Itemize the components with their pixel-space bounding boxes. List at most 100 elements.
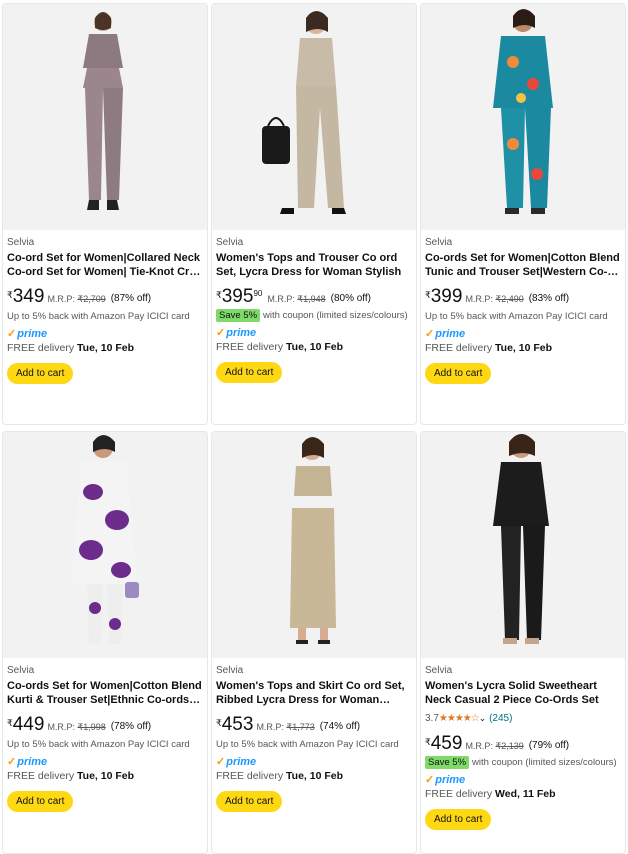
product-info: Selvia Co-ords Set for Women|Cotton Blend… (421, 230, 625, 384)
chevron-down-icon[interactable]: ⌄ (479, 713, 487, 723)
rating-value: 3.7 (425, 713, 439, 724)
product-info: Selvia Women's Lycra Solid Sweetheart Nec… (421, 658, 625, 830)
mrp-label: M.R.P: ₹1,773 (256, 722, 314, 733)
price-fraction: 90 (253, 289, 263, 298)
mrp-label-text: M.R.P: (267, 294, 295, 304)
product-info: Selvia Co-ords Set for Women|Cotton Blend… (3, 658, 207, 812)
cashback-offer: Up to 5% back with Amazon Pay ICICI card (425, 311, 608, 322)
product-title-link[interactable]: Women's Tops and Skirt Co ord Set, Ribbe… (216, 679, 412, 707)
prime-badge: ✓prime (425, 774, 621, 786)
product-info: Selvia Women's Tops and Trouser Co ord Se… (212, 230, 416, 383)
product-title-link[interactable]: Co-ords Set for Women|Cotton Blend Kurti… (7, 679, 203, 707)
product-card[interactable]: Selvia Co-ords Set for Women|Cotton Blend… (2, 431, 208, 854)
product-title-link[interactable]: Co-ord Set for Women|Collared Neck Co-or… (7, 251, 203, 279)
check-icon: ✓ (216, 756, 226, 768)
review-count-link[interactable]: (245) (489, 713, 512, 724)
product-image[interactable] (212, 4, 416, 230)
product-image[interactable] (3, 432, 207, 658)
prime-badge: ✓prime (216, 756, 412, 768)
brand-name: Selvia (425, 237, 453, 248)
brand-name: Selvia (425, 665, 453, 676)
check-icon: ✓ (425, 774, 435, 786)
delivery-prefix: FREE delivery (425, 342, 493, 354)
product-title-link[interactable]: Women's Lycra Solid Sweetheart Neck Casu… (425, 679, 621, 707)
discount-percent: (87% off) (110, 293, 152, 304)
add-to-cart-button[interactable]: Add to cart (216, 791, 283, 812)
add-to-cart-button[interactable]: Add to cart (7, 363, 74, 384)
discount-percent: (80% off) (330, 293, 372, 304)
discount-percent: (78% off) (110, 721, 152, 732)
mrp-label-text: M.R.P: (256, 722, 284, 732)
discount-percent: (74% off) (319, 721, 361, 732)
coupon-text: with coupon (limited sizes/colours) (472, 757, 617, 768)
mrp-label: M.R.P: ₹2,490 (465, 294, 523, 305)
product-card[interactable]: Selvia Co-ord Set for Women|Collared Neck… (2, 3, 208, 425)
save-coupon-badge: Save 5% (216, 309, 261, 322)
delivery-info: FREE delivery Tue, 10 Feb (7, 341, 203, 355)
delivery-prefix: FREE delivery (425, 788, 493, 800)
discount-percent: (79% off) (528, 740, 570, 751)
price-whole: 399 (430, 286, 463, 307)
coupon-offer: Save 5% with coupon (limited sizes/colour… (216, 309, 412, 322)
add-to-cart-button[interactable]: Add to cart (425, 363, 492, 384)
mrp-label-text: M.R.P: (47, 722, 75, 732)
price-whole: 449 (12, 714, 45, 735)
star-rating-icon[interactable]: ★★★★☆ (439, 713, 480, 724)
mrp-strikethrough: ₹1,773 (286, 722, 315, 732)
delivery-prefix: FREE delivery (216, 770, 284, 782)
check-icon: ✓ (216, 327, 226, 339)
delivery-date: Tue, 10 Feb (77, 342, 135, 354)
delivery-date: Tue, 10 Feb (495, 342, 553, 354)
prime-label: prime (435, 328, 466, 340)
price-row: ₹395 90 M.R.P: ₹1,948 (80% off) (216, 287, 412, 307)
product-info: Selvia Co-ord Set for Women|Collared Neck… (3, 230, 207, 384)
product-card[interactable]: Selvia Women's Lycra Solid Sweetheart Nec… (420, 431, 626, 854)
delivery-info: FREE delivery Tue, 10 Feb (216, 769, 412, 783)
product-card[interactable]: Selvia Women's Tops and Trouser Co ord Se… (211, 3, 417, 425)
mrp-label: M.R.P: ₹1,948 (267, 294, 325, 305)
product-image[interactable] (421, 432, 625, 658)
mrp-label-text: M.R.P: (47, 294, 75, 304)
coupon-text: with coupon (limited sizes/colours) (263, 310, 408, 321)
check-icon: ✓ (7, 328, 17, 340)
delivery-prefix: FREE delivery (7, 770, 75, 782)
prime-label: prime (17, 328, 48, 340)
product-title-link[interactable]: Women's Tops and Trouser Co ord Set, Lyc… (216, 251, 412, 279)
prime-label: prime (435, 774, 466, 786)
product-card[interactable]: Selvia Women's Tops and Skirt Co ord Set,… (211, 431, 417, 854)
price-row: ₹349 M.R.P: ₹2,709 (87% off) (7, 287, 203, 307)
add-to-cart-button[interactable]: Add to cart (7, 791, 74, 812)
delivery-date: Tue, 10 Feb (77, 770, 135, 782)
price-whole: 459 (430, 733, 463, 754)
product-card[interactable]: Selvia Co-ords Set for Women|Cotton Blend… (420, 3, 626, 425)
rating-row[interactable]: 3.7★★★★☆⌄ (245) (425, 711, 621, 726)
delivery-prefix: FREE delivery (7, 342, 75, 354)
add-to-cart-button[interactable]: Add to cart (216, 362, 283, 383)
mrp-strikethrough: ₹1,998 (77, 722, 106, 732)
discount-percent: (83% off) (528, 293, 570, 304)
price-row: ₹459 M.R.P: ₹2,139 (79% off) (425, 734, 621, 754)
product-image[interactable] (212, 432, 416, 658)
mrp-label: M.R.P: ₹2,709 (47, 294, 105, 305)
product-title-link[interactable]: Co-ords Set for Women|Cotton Blend Tunic… (425, 251, 621, 279)
cashback-offer: Up to 5% back with Amazon Pay ICICI card (7, 311, 190, 322)
prime-label: prime (226, 327, 257, 339)
delivery-info: FREE delivery Tue, 10 Feb (216, 340, 412, 354)
product-info: Selvia Women's Tops and Skirt Co ord Set,… (212, 658, 416, 812)
delivery-info: FREE delivery Wed, 11 Feb (425, 787, 621, 801)
product-image[interactable] (3, 4, 207, 230)
mrp-strikethrough: ₹2,490 (495, 294, 524, 304)
prime-label: prime (226, 756, 257, 768)
cashback-offer: Up to 5% back with Amazon Pay ICICI card (216, 739, 399, 750)
price-row: ₹399 M.R.P: ₹2,490 (83% off) (425, 287, 621, 307)
price-whole: 453 (221, 714, 254, 735)
mrp-strikethrough: ₹2,709 (77, 294, 106, 304)
prime-badge: ✓prime (7, 756, 203, 768)
prime-badge: ✓prime (216, 327, 412, 339)
delivery-date: Tue, 10 Feb (286, 341, 344, 353)
price-whole: 349 (12, 286, 45, 307)
price-whole: 395 (221, 286, 254, 307)
cashback-offer: Up to 5% back with Amazon Pay ICICI card (7, 739, 190, 750)
product-image[interactable] (421, 4, 625, 230)
add-to-cart-button[interactable]: Add to cart (425, 809, 492, 830)
